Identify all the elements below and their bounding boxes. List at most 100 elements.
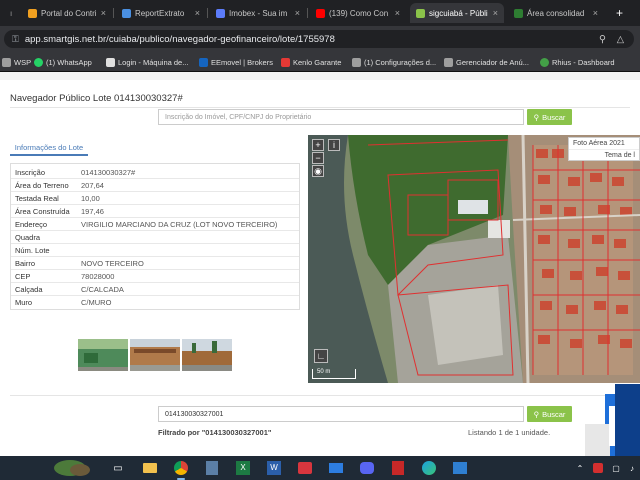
info-row: Quadra	[11, 231, 299, 244]
rhius-icon	[540, 57, 549, 67]
property-photo-2[interactable]	[130, 339, 180, 371]
close-icon[interactable]: ×	[101, 8, 106, 18]
bookmark-label: (1) Configurações d...	[364, 57, 437, 67]
info-value: C/CALCADA	[81, 284, 124, 294]
share-icon[interactable]: △	[617, 34, 624, 45]
search-button[interactable]: ⚲ Buscar	[527, 109, 572, 125]
info-icon[interactable]: i	[328, 139, 340, 151]
mail-icon[interactable]	[328, 460, 344, 476]
whatsapp-icon	[34, 57, 43, 67]
calculator-icon[interactable]	[204, 460, 220, 476]
tab-label: Imobex - Sua im	[229, 8, 288, 18]
network-icon[interactable]: ▢	[608, 460, 624, 476]
measure-icon[interactable]: ∟	[314, 349, 328, 363]
info-key: Endereço	[15, 219, 48, 229]
zoom-out-button[interactable]: −	[312, 152, 324, 164]
anydesk-icon[interactable]	[297, 460, 313, 476]
info-row: Muro C/MURO	[11, 296, 299, 309]
taskbar: ▭ X W ⌃ ▢ ♪	[0, 456, 640, 480]
sigcuiaba-icon	[416, 8, 425, 18]
locate-icon[interactable]: ◉	[312, 165, 324, 177]
search-button-label: Buscar	[542, 409, 566, 419]
bookmark-label: Gerenciador de Anú...	[456, 57, 529, 67]
volume-icon[interactable]: ♪	[624, 460, 640, 476]
close-icon[interactable]: ×	[493, 8, 498, 18]
bookmark-wsp[interactable]: WSP	[2, 55, 31, 69]
excel-icon[interactable]: X	[235, 460, 251, 476]
info-value: 014130030327#	[81, 167, 136, 177]
unit-search-input[interactable]: 014130030327001	[158, 406, 524, 422]
search-input[interactable]: Inscrição do Imóvel, CPF/CNPJ do Proprie…	[158, 109, 524, 125]
bookmark-rhius[interactable]: Rhius - Dashboard	[540, 55, 615, 69]
info-row: Bairro NOVO TERCEIRO	[11, 257, 299, 270]
zoom-in-button[interactable]: +	[312, 139, 324, 151]
info-row: Área Construída 197,46	[11, 205, 299, 218]
tab-imobex[interactable]: Imobex - Sua im ×	[210, 3, 306, 23]
tab-label: Área consolidad	[527, 8, 585, 18]
tray-app-icon[interactable]	[590, 460, 606, 476]
aerial-map[interactable]: + − i ◉ Foto Aérea 2021 Tema de l ∟ 50 m	[308, 135, 640, 383]
property-photo-1[interactable]	[78, 339, 128, 371]
close-icon[interactable]: ×	[593, 8, 598, 18]
property-photo-3[interactable]	[182, 339, 232, 371]
bookmark-kenlo[interactable]: Kenlo Garante	[281, 55, 341, 69]
info-key: Calçada	[15, 284, 43, 294]
info-value: NOVO TERCEIRO	[81, 258, 144, 268]
info-value: 10,00	[81, 193, 100, 203]
info-value: C/MURO	[81, 298, 112, 307]
area-icon	[514, 8, 523, 18]
info-row: Calçada C/CALCADA	[11, 283, 299, 296]
tray-chevron-icon[interactable]: ⌃	[572, 460, 588, 476]
bookmark-whatsapp[interactable]: (1) WhatsApp	[34, 55, 92, 69]
task-view-icon[interactable]: ▭	[110, 460, 126, 476]
layer-aerial[interactable]: Foto Aérea 2021	[569, 138, 639, 150]
layer-theme[interactable]: Tema de l	[569, 150, 639, 161]
bookmark-label: EEmovel | Brokers	[211, 57, 273, 67]
unit-search-button[interactable]: ⚲ Buscar	[527, 406, 572, 422]
bookmark-gerenciador[interactable]: Gerenciador de Anú...	[444, 55, 529, 69]
info-row: Inscrição 014130030327#	[11, 166, 299, 179]
youtube-icon	[316, 8, 325, 18]
tab-label: (139) Como Con	[329, 8, 389, 18]
bookmark-label: WSP	[14, 57, 32, 67]
bookmark-login[interactable]: Login - Máquina de...	[106, 55, 188, 69]
file-explorer-icon[interactable]	[142, 460, 158, 476]
filter-label: Filtrado por "014130030327001"	[158, 428, 272, 437]
info-row: CEP 78028000	[11, 270, 299, 283]
divider	[10, 395, 630, 396]
close-icon[interactable]: ×	[195, 8, 200, 18]
word-icon[interactable]: W	[266, 460, 282, 476]
store-icon[interactable]	[452, 460, 468, 476]
chrome-icon[interactable]	[173, 460, 189, 476]
tab-label: sigcuiabá - Públi	[429, 8, 488, 18]
address-bar[interactable]: ⚿ app.smartgis.net.br/cuiaba/publico/nav…	[4, 30, 634, 48]
tab-youtube[interactable]: (139) Como Con ×	[310, 3, 406, 23]
info-key: CEP	[15, 271, 31, 281]
new-tab-button[interactable]: +	[610, 3, 630, 23]
discord-icon[interactable]	[359, 460, 375, 476]
bookmark-configuracoes[interactable]: (1) Configurações d...	[352, 55, 436, 69]
search-button-label: Buscar	[542, 112, 566, 122]
close-icon[interactable]: ×	[395, 8, 400, 18]
info-key: Quadra	[15, 232, 41, 242]
bookmark-eemovel[interactable]: EEmovel | Brokers	[199, 55, 273, 69]
tab-portal[interactable]: Portal do Contri ×	[22, 3, 112, 23]
pdf-reader-icon[interactable]	[390, 460, 406, 476]
info-value: 78028000	[81, 271, 115, 281]
weather-widget[interactable]	[0, 456, 100, 480]
close-icon[interactable]: ×	[295, 8, 300, 18]
tab-report[interactable]: ReportExtrato ×	[116, 3, 206, 23]
edge-icon[interactable]	[421, 460, 437, 476]
aerial-imagery[interactable]	[308, 135, 640, 383]
page-content: Navegador Público Lote 014130030327# Ins…	[0, 72, 640, 456]
tab-area[interactable]: Área consolidad ×	[508, 3, 604, 23]
gerenciador-icon	[444, 57, 453, 67]
zoom-search-icon[interactable]: ⚲	[599, 34, 606, 45]
tab-informacoes-lote[interactable]: Informações do Lote	[10, 140, 88, 156]
report-icon	[122, 8, 131, 18]
tab-strip-left: ı	[10, 8, 13, 18]
layer-panel[interactable]: Foto Aérea 2021 Tema de l	[568, 137, 640, 161]
info-row: Área do Terreno 207,64	[11, 179, 299, 192]
info-key: Área Construída	[15, 206, 70, 216]
tab-sigcuiaba[interactable]: sigcuiabá - Públi ×	[410, 3, 504, 23]
